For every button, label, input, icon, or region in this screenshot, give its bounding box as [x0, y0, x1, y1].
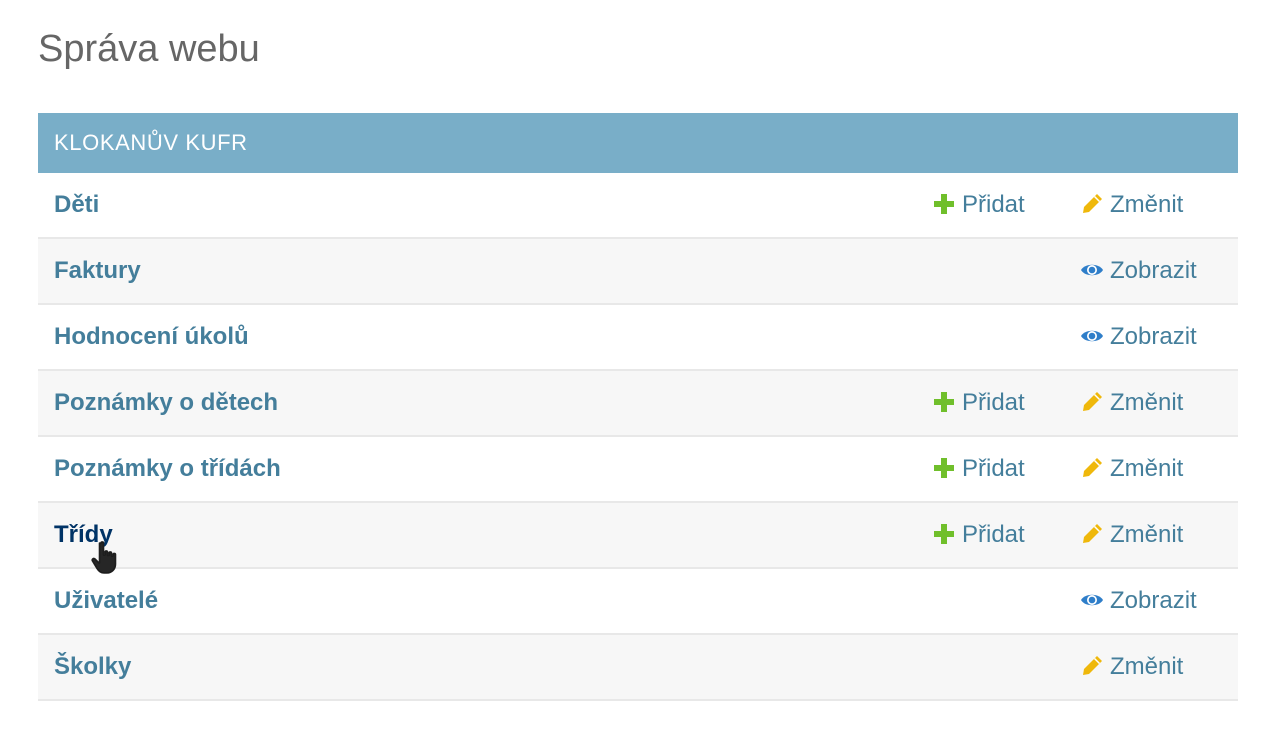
view-link[interactable]: Zobrazit — [1080, 239, 1197, 303]
model-link[interactable]: Školky — [54, 635, 131, 699]
pencil-icon — [1083, 655, 1102, 675]
change-link-label: Změnit — [1110, 455, 1184, 482]
plus-icon — [934, 391, 954, 412]
change-link[interactable]: Změnit — [1080, 173, 1183, 237]
add-link[interactable]: Přidat — [932, 503, 1025, 567]
table-row: Uživatelé Zobrazit — [38, 569, 1238, 635]
page-title: Správa webu — [38, 28, 260, 70]
pencil-icon — [1083, 391, 1102, 411]
add-link-label: Přidat — [962, 191, 1025, 218]
change-link[interactable]: Změnit — [1080, 503, 1183, 567]
plus-icon — [934, 193, 954, 214]
change-link[interactable]: Změnit — [1080, 635, 1183, 699]
app-module: KLOKANŮV KUFR Děti Přidat Změnit Faktury Zob… — [38, 113, 1238, 701]
pencil-icon — [1083, 523, 1102, 543]
change-link-label: Změnit — [1110, 191, 1184, 218]
model-link[interactable]: Poznámky o třídách — [54, 437, 281, 501]
change-link-label: Změnit — [1110, 521, 1184, 548]
model-list: Děti Přidat Změnit Faktury Zobrazit Hodnocení… — [38, 173, 1238, 701]
pencil-icon — [1083, 457, 1102, 477]
pencil-icon — [1083, 193, 1102, 213]
change-link[interactable]: Změnit — [1080, 437, 1183, 501]
model-link[interactable]: Děti — [54, 173, 99, 237]
add-link-label: Přidat — [962, 521, 1025, 548]
plus-icon — [934, 457, 954, 478]
model-link[interactable]: Uživatelé — [54, 569, 158, 633]
admin-page: Správa webu KLOKANŮV KUFR Děti Přidat Změn… — [0, 0, 1276, 745]
table-row: Třídy Přidat Změnit — [38, 503, 1238, 569]
plus-icon — [934, 523, 954, 544]
table-row: Děti Přidat Změnit — [38, 173, 1238, 239]
view-link-label: Zobrazit — [1110, 323, 1197, 350]
view-link[interactable]: Zobrazit — [1080, 569, 1197, 633]
eye-icon — [1081, 330, 1103, 341]
model-link[interactable]: Hodnocení úkolů — [54, 305, 249, 369]
view-link-label: Zobrazit — [1110, 257, 1197, 284]
change-link-label: Změnit — [1110, 653, 1184, 680]
add-link[interactable]: Přidat — [932, 371, 1025, 435]
table-row: Faktury Zobrazit — [38, 239, 1238, 305]
eye-icon — [1081, 264, 1103, 275]
module-caption[interactable]: KLOKANŮV KUFR — [38, 113, 1238, 173]
table-row: Školky Změnit — [38, 635, 1238, 701]
table-row: Poznámky o třídách Přidat Změnit — [38, 437, 1238, 503]
model-link[interactable]: Třídy — [54, 503, 113, 567]
view-link[interactable]: Zobrazit — [1080, 305, 1197, 369]
change-link[interactable]: Změnit — [1080, 371, 1183, 435]
eye-icon — [1081, 594, 1103, 605]
add-link-label: Přidat — [962, 389, 1025, 416]
change-link-label: Změnit — [1110, 389, 1184, 416]
model-link[interactable]: Faktury — [54, 239, 141, 303]
view-link-label: Zobrazit — [1110, 587, 1197, 614]
model-link[interactable]: Poznámky o dětech — [54, 371, 278, 435]
add-link[interactable]: Přidat — [932, 173, 1025, 237]
table-row: Hodnocení úkolů Zobrazit — [38, 305, 1238, 371]
table-row: Poznámky o dětech Přidat Změnit — [38, 371, 1238, 437]
add-link-label: Přidat — [962, 455, 1025, 482]
add-link[interactable]: Přidat — [932, 437, 1025, 501]
